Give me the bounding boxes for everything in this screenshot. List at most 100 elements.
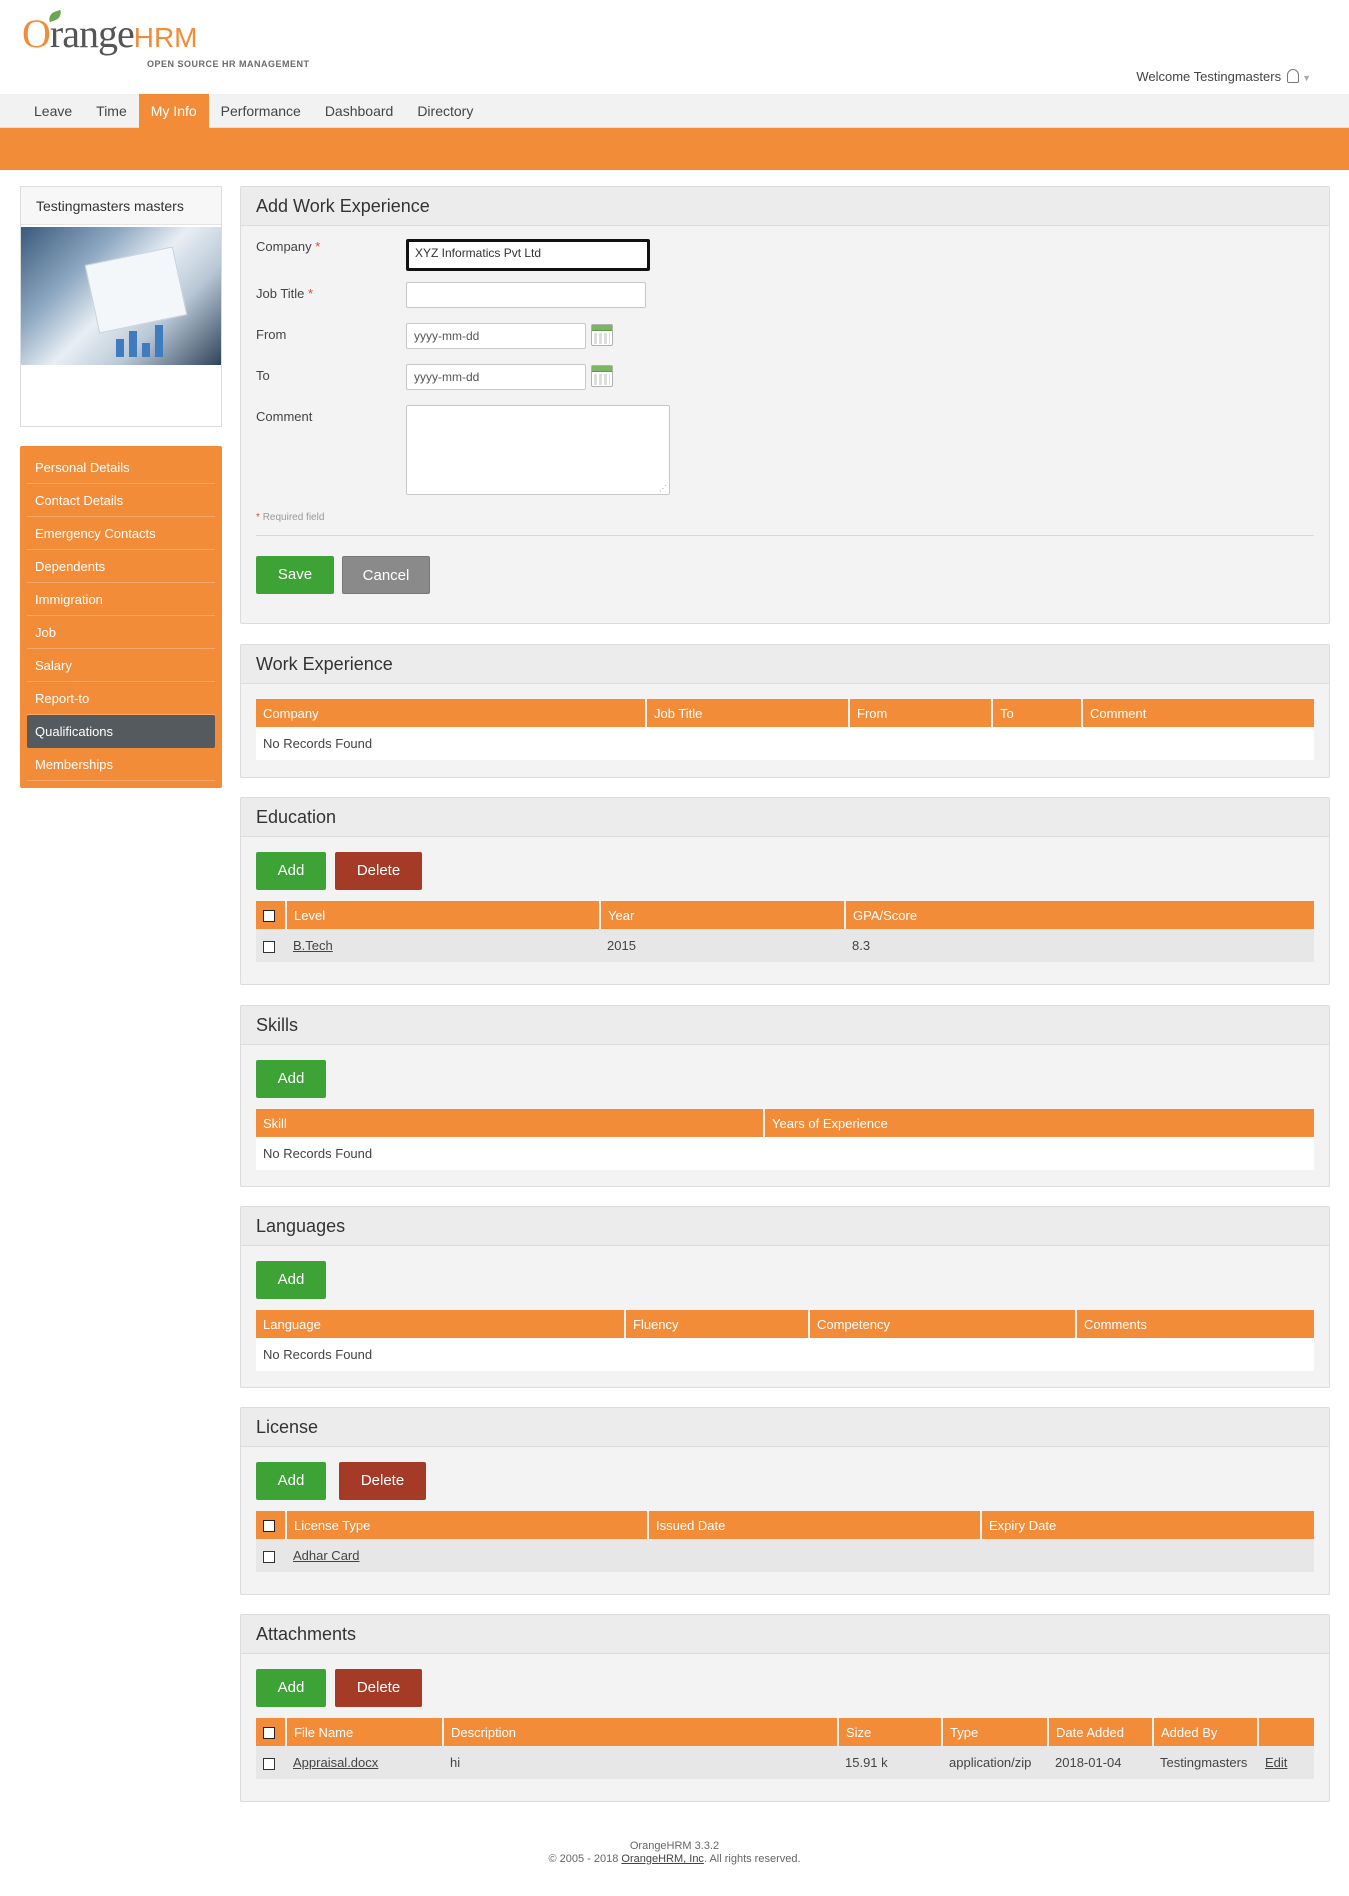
nav-item-directory[interactable]: Directory xyxy=(405,94,485,128)
sidebar-item-immigration[interactable]: Immigration xyxy=(27,583,215,616)
column-header[interactable]: Company xyxy=(256,699,647,727)
column-header[interactable]: Language xyxy=(256,1310,626,1338)
delete-education-button[interactable]: Delete xyxy=(335,852,422,890)
education-level-link[interactable]: B.Tech xyxy=(293,938,333,953)
column-header[interactable]: Level xyxy=(286,901,601,929)
add-license-button[interactable]: Add xyxy=(256,1462,326,1500)
attachment-file-link[interactable]: Appraisal.docx xyxy=(293,1755,378,1770)
attachments-table: File Name Description Size Type Date Add… xyxy=(256,1718,1314,1779)
nav-item-time[interactable]: Time xyxy=(84,94,139,128)
resize-handle-icon[interactable]: ⋰ xyxy=(659,484,667,493)
add-skill-button[interactable]: Add xyxy=(256,1060,326,1098)
add-education-button[interactable]: Add xyxy=(256,852,326,890)
job-title-label: Job Title * xyxy=(256,286,314,301)
to-date-field[interactable]: yyyy-mm-dd xyxy=(406,364,586,390)
job-title-field[interactable] xyxy=(406,282,646,308)
license-type-link[interactable]: Adhar Card xyxy=(293,1548,359,1563)
attachment-size: 15.91 k xyxy=(838,1746,942,1779)
to-label: To xyxy=(256,368,270,383)
sidebar-item-salary[interactable]: Salary xyxy=(27,649,215,682)
to-calendar-icon[interactable] xyxy=(591,365,613,387)
panel-title: Languages xyxy=(241,1207,1329,1246)
column-header[interactable]: Competency xyxy=(809,1310,1077,1338)
row-checkbox-cell xyxy=(256,929,286,962)
sub-nav-band xyxy=(0,128,1349,170)
comment-textarea[interactable]: ⋰ xyxy=(406,405,670,495)
sidebar-item-emergency-contacts[interactable]: Emergency Contacts xyxy=(27,517,215,550)
sidebar-menu: Personal Details Contact Details Emergen… xyxy=(20,446,222,788)
attachment-description: hi xyxy=(443,1746,838,1779)
column-header[interactable]: To xyxy=(992,699,1083,727)
attachments-panel: Attachments Add Delete File Name Descrip… xyxy=(240,1614,1330,1802)
add-attachment-button[interactable]: Add xyxy=(256,1669,326,1707)
save-button[interactable]: Save xyxy=(256,556,334,594)
delete-license-button[interactable]: Delete xyxy=(339,1462,426,1500)
sidebar-item-contact-details[interactable]: Contact Details xyxy=(27,484,215,517)
nav-item-leave[interactable]: Leave xyxy=(22,94,84,128)
sidebar-item-report-to[interactable]: Report-to xyxy=(27,682,215,715)
column-header[interactable]: Years of Experience xyxy=(764,1109,1314,1137)
select-all-checkbox[interactable] xyxy=(263,910,275,923)
sidebar-item-memberships[interactable]: Memberships xyxy=(27,748,215,781)
column-header[interactable]: Comments xyxy=(1076,1310,1314,1338)
nav-item-performance[interactable]: Performance xyxy=(209,94,313,128)
select-all-checkbox[interactable] xyxy=(263,1727,275,1740)
comment-label: Comment xyxy=(256,409,313,424)
row-checkbox[interactable] xyxy=(263,1757,275,1770)
languages-panel: Languages Add Language Fluency Competenc… xyxy=(240,1206,1330,1388)
column-header[interactable]: Size xyxy=(838,1718,943,1746)
column-header[interactable]: Year xyxy=(600,901,846,929)
footer-company-link[interactable]: OrangeHRM, Inc xyxy=(621,1853,704,1865)
logo-tagline: OPEN SOURCE HR MANAGEMENT xyxy=(147,59,310,69)
from-date-field[interactable]: yyyy-mm-dd xyxy=(406,323,586,349)
column-header[interactable]: Type xyxy=(942,1718,1049,1746)
empty-message: No Records Found xyxy=(256,1137,1314,1170)
skills-panel: Skills Add Skill Years of Experience No … xyxy=(240,1005,1330,1187)
panel-title: Add Work Experience xyxy=(241,187,1329,226)
logo-hrm: HRM xyxy=(133,22,198,53)
logo-o: O xyxy=(22,11,51,56)
sidebar-item-job[interactable]: Job xyxy=(27,616,215,649)
column-header[interactable]: File Name xyxy=(286,1718,444,1746)
column-header[interactable]: Description xyxy=(443,1718,839,1746)
nav-item-my-info[interactable]: My Info xyxy=(138,94,209,128)
license-table: License Type Issued Date Expiry Date Adh… xyxy=(256,1511,1314,1572)
column-header[interactable]: Job Title xyxy=(646,699,850,727)
column-header[interactable]: Comment xyxy=(1082,699,1314,727)
sidebar-item-personal-details[interactable]: Personal Details xyxy=(27,451,215,484)
attachment-type: application/zip xyxy=(942,1746,1048,1779)
column-header xyxy=(1258,1718,1314,1746)
add-language-button[interactable]: Add xyxy=(256,1261,326,1299)
column-header[interactable]: Date Added xyxy=(1048,1718,1154,1746)
column-header[interactable]: GPA/Score xyxy=(845,901,1314,929)
welcome-menu[interactable]: Welcome Testingmasters ▼ xyxy=(1136,69,1311,84)
row-checkbox[interactable] xyxy=(263,940,275,953)
column-header[interactable]: License Type xyxy=(286,1511,649,1539)
empty-message: No Records Found xyxy=(256,1338,1314,1371)
select-all-checkbox[interactable] xyxy=(263,1520,275,1533)
profile-name: Testingmasters masters xyxy=(21,187,221,225)
nav-item-dashboard[interactable]: Dashboard xyxy=(313,94,406,128)
cancel-button[interactable]: Cancel xyxy=(342,556,430,594)
column-header[interactable]: From xyxy=(849,699,993,727)
form-divider xyxy=(256,535,1314,536)
row-checkbox[interactable] xyxy=(263,1550,275,1563)
company-label: Company * xyxy=(256,239,321,254)
from-calendar-icon[interactable] xyxy=(591,324,613,346)
delete-attachment-button[interactable]: Delete xyxy=(335,1669,422,1707)
edit-attachment-link[interactable]: Edit xyxy=(1265,1755,1287,1770)
work-experience-table: Company Job Title From To Comment No Rec… xyxy=(256,699,1314,760)
panel-title: Skills xyxy=(241,1006,1329,1045)
column-header[interactable]: Added By xyxy=(1153,1718,1259,1746)
sidebar-item-dependents[interactable]: Dependents xyxy=(27,550,215,583)
company-field[interactable]: XYZ Informatics Pvt Ltd xyxy=(406,239,650,271)
column-header[interactable]: Skill xyxy=(256,1109,765,1137)
column-header[interactable]: Fluency xyxy=(625,1310,810,1338)
sidebar-item-qualifications[interactable]: Qualifications xyxy=(27,715,215,748)
attachment-date-added: 2018-01-04 xyxy=(1048,1746,1153,1779)
column-header[interactable]: Issued Date xyxy=(648,1511,982,1539)
column-header[interactable]: Expiry Date xyxy=(981,1511,1314,1539)
orangehrm-logo[interactable]: OrangeHRM OPEN SOURCE HR MANAGEMENT xyxy=(22,9,309,69)
license-expiry-date xyxy=(981,1539,1314,1572)
profile-photo[interactable] xyxy=(21,227,221,365)
